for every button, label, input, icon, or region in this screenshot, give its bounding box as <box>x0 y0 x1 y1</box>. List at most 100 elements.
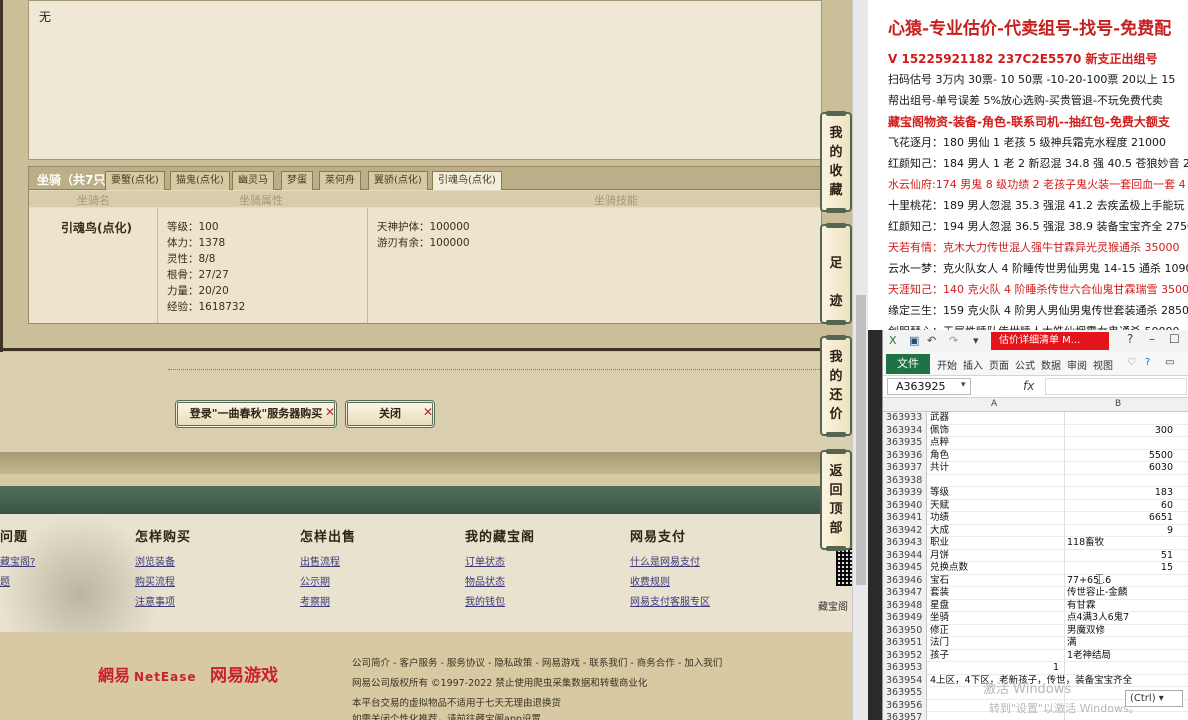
qr-code-icon[interactable] <box>836 548 852 586</box>
footer-links[interactable]: 公司简介 - 客户服务 - 服务协议 - 隐私政策 - 网易游戏 - 联系我们 … <box>352 655 722 669</box>
cell-a[interactable]: 天赋 <box>930 500 949 512</box>
maximize-icon[interactable]: ☐ <box>1169 332 1180 346</box>
help-link[interactable]: 物品状态 <box>465 573 535 593</box>
sheet-row[interactable]: 363953 1 <box>883 662 1188 675</box>
mount-tab[interactable]: 幽灵马 <box>232 171 274 190</box>
sheet-row[interactable]: 363939 等级 183 <box>883 487 1188 500</box>
ribbon-tab[interactable]: 审阅 <box>1067 357 1087 372</box>
row-number[interactable]: 363955 <box>883 687 927 700</box>
back-to-top-button[interactable]: 返回顶部 <box>820 449 852 551</box>
sheet-row[interactable]: 363950 修正 男魔双修 <box>883 624 1188 637</box>
row-number[interactable]: 363953 <box>883 662 927 675</box>
cell-b[interactable]: 9 <box>1067 525 1173 537</box>
netease-logo[interactable]: 網易 NetEase <box>98 662 197 686</box>
sheet-row[interactable]: 363945 兑换点数 15 <box>883 562 1188 575</box>
sheet-row[interactable]: 363933 武器 <box>883 412 1188 425</box>
row-number[interactable]: 363947 <box>883 587 927 600</box>
cell-b[interactable]: 183 <box>1067 487 1173 499</box>
cell-a[interactable]: 共计 <box>930 462 949 474</box>
cell-a[interactable]: 功绩 <box>930 512 949 524</box>
cell-b[interactable]: 51 <box>1067 550 1173 562</box>
row-number[interactable]: 363935 <box>883 437 927 450</box>
ribbon-options-icon[interactable]: ♡ <box>1127 357 1136 368</box>
paste-options-button[interactable]: (Ctrl) ▾ <box>1125 690 1183 707</box>
cell-a[interactable]: 孩子 <box>930 650 949 662</box>
row-number[interactable]: 363957 <box>883 712 927 720</box>
row-number[interactable]: 363945 <box>883 562 927 575</box>
sheet-row[interactable]: 363941 功绩 6651 <box>883 512 1188 525</box>
cell-b[interactable]: 点4满3人6鬼7 <box>1067 612 1129 624</box>
sheet-row[interactable]: 363938 <box>883 474 1188 487</box>
sheet-row[interactable]: 363940 天赋 60 <box>883 499 1188 512</box>
footprint-button[interactable]: 足迹 <box>820 223 852 325</box>
cell-a[interactable]: 职业 <box>930 537 949 549</box>
cell-b[interactable]: 300 <box>1067 425 1173 437</box>
row-number[interactable]: 363952 <box>883 649 927 662</box>
fx-icon[interactable]: fx <box>1023 379 1034 393</box>
help-link[interactable]: 考察期 <box>300 593 356 613</box>
help-link[interactable]: 浏览装备 <box>135 553 191 573</box>
help-link[interactable]: 收费规则 <box>630 573 710 593</box>
ribbon-tab[interactable]: 页面 <box>989 357 1009 372</box>
minimize-icon[interactable]: – <box>1149 332 1155 346</box>
cell-b[interactable]: 男魔双修 <box>1067 625 1105 637</box>
row-number[interactable]: 363933 <box>883 412 927 425</box>
name-box[interactable]: A363925 <box>887 378 971 395</box>
page-scrollbar[interactable] <box>852 0 868 720</box>
cell-b[interactable]: 60 <box>1067 500 1173 512</box>
help-link[interactable]: 藏宝阁? <box>0 553 35 573</box>
file-tab[interactable]: 文件 <box>886 354 930 374</box>
column-header-a[interactable]: A <box>991 399 997 409</box>
cell-b[interactable]: 传世容止-金麟 <box>1067 587 1127 599</box>
cell-b[interactable]: 有甘霖 <box>1067 600 1096 612</box>
cell-b[interactable]: 77+65 .6 <box>1067 575 1111 587</box>
formula-input[interactable] <box>1045 378 1187 395</box>
help-link[interactable]: 注意事项 <box>135 593 191 613</box>
sheet-row[interactable]: 363949 坐骑 点4满3人6鬼7 <box>883 612 1188 625</box>
row-number[interactable]: 363939 <box>883 487 927 500</box>
sheet-row[interactable]: 363946 宝石 77+65 .6 <box>883 574 1188 587</box>
sheet-row[interactable]: 363935 点粹 <box>883 437 1188 450</box>
help-link[interactable]: 公示期 <box>300 573 356 593</box>
help-link[interactable]: 题 <box>0 573 35 593</box>
cell-b[interactable]: 6651 <box>1067 512 1173 524</box>
cell-a[interactable]: 星盘 <box>930 600 949 612</box>
cell-b[interactable]: 1 <box>1053 662 1059 674</box>
help-circle-icon[interactable]: ? <box>1145 357 1150 368</box>
mount-tab[interactable]: 猫鬼(点化) <box>170 171 230 190</box>
row-number[interactable]: 363943 <box>883 537 927 550</box>
ribbon-tab[interactable]: 数据 <box>1041 357 1061 372</box>
row-number[interactable]: 363944 <box>883 549 927 562</box>
column-header-b[interactable]: B <box>1115 399 1121 409</box>
cell-a[interactable]: 修正 <box>930 625 949 637</box>
row-number[interactable]: 363949 <box>883 612 927 625</box>
help-link[interactable]: 出售流程 <box>300 553 356 573</box>
cell-a[interactable]: 套装 <box>930 587 949 599</box>
sheet-row[interactable]: 363943 职业 118畜牧 <box>883 537 1188 550</box>
help-icon[interactable]: ? <box>1127 332 1133 346</box>
row-number[interactable]: 363941 <box>883 512 927 525</box>
mount-tab-active[interactable]: 引魂鸟(点化) <box>432 171 502 190</box>
row-number[interactable]: 363934 <box>883 424 927 437</box>
help-link[interactable]: 什么是网易支付 <box>630 553 710 573</box>
redo-icon[interactable]: ↷ <box>949 334 958 347</box>
help-link[interactable]: 网易支付客服专区 <box>630 593 710 613</box>
cell-b[interactable]: 1老神结局 <box>1067 650 1111 662</box>
help-link[interactable]: 购买流程 <box>135 573 191 593</box>
ribbon-tab[interactable]: 开始 <box>937 357 957 372</box>
undo-icon[interactable]: ↶ <box>927 334 936 347</box>
cell-a[interactable]: 法门 <box>930 637 949 649</box>
customize-icon[interactable]: ▾ <box>973 334 979 347</box>
save-icon[interactable]: ▣ <box>909 334 919 347</box>
netease-games-logo[interactable]: 网易游戏 <box>210 661 278 686</box>
my-counteroffer-button[interactable]: 我的还价 <box>820 335 852 437</box>
row-number[interactable]: 363940 <box>883 499 927 512</box>
cell-a[interactable]: 坐骑 <box>930 612 949 624</box>
row-number[interactable]: 363936 <box>883 449 927 462</box>
row-number[interactable]: 363942 <box>883 524 927 537</box>
sheet-row[interactable]: 363936 角色 5500 <box>883 449 1188 462</box>
cell-a[interactable]: 等级 <box>930 487 949 499</box>
cell-b[interactable]: 6030 <box>1067 462 1173 474</box>
sheet-row[interactable]: 363944 月饼 51 <box>883 549 1188 562</box>
sheet-row[interactable]: 363937 共计 6030 <box>883 462 1188 475</box>
